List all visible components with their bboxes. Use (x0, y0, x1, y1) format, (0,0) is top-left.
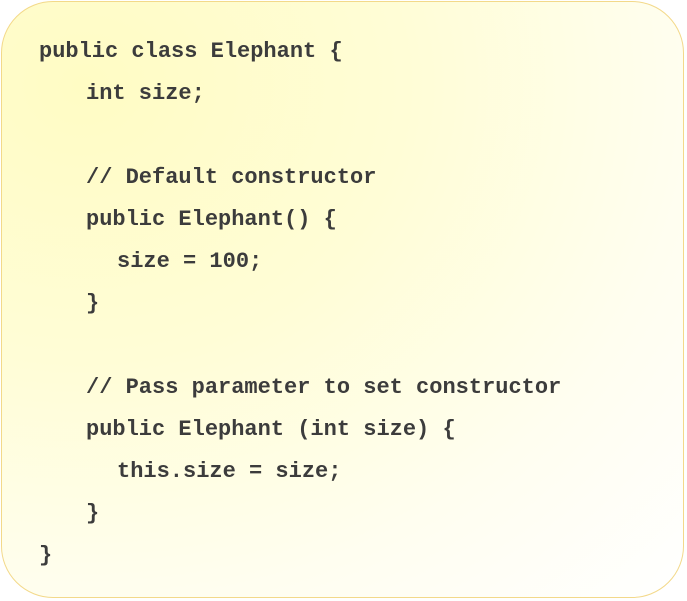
code-line-assign-param: this.size = size; (117, 459, 342, 484)
code-line-field: int size; (86, 81, 205, 106)
code-line-comment-param: // Pass parameter to set constructor (86, 375, 562, 400)
code-snippet-card: public class Elephant { int size; // Def… (1, 1, 684, 598)
code-line-close-default: } (86, 291, 100, 316)
code-line-param-ctor: public Elephant (int size) { (86, 417, 456, 442)
code-line-close-class: } (39, 543, 53, 568)
code-line-close-param: } (86, 501, 100, 526)
code-line-comment-default: // Default constructor (86, 165, 377, 190)
code-line-class-declaration: public class Elephant { (39, 39, 343, 64)
code-line-assign-default: size = 100; (117, 249, 263, 274)
code-line-default-ctor: public Elephant() { (86, 207, 337, 232)
